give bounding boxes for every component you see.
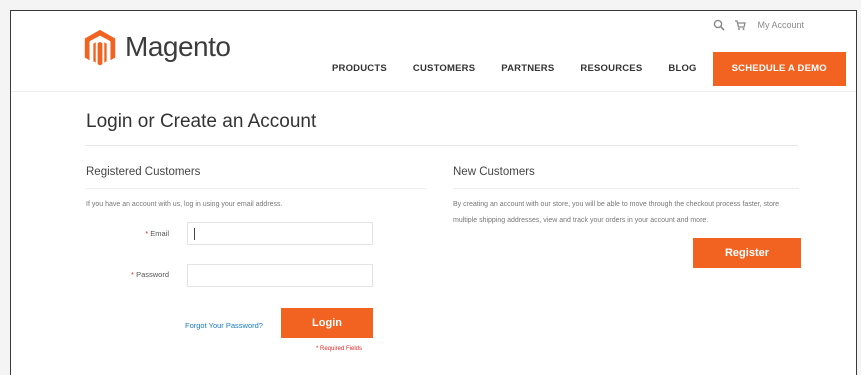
nav-item-resources[interactable]: RESOURCES — [567, 51, 655, 87]
forgot-password-link[interactable]: Forgot Your Password? — [185, 321, 263, 330]
schedule-demo-button[interactable]: SCHEDULE A DEMO — [712, 52, 846, 86]
logo[interactable]: Magento — [81, 28, 231, 66]
browser-frame: Magento My Account PRODUCTS CUSTOMERS PA… — [10, 10, 857, 375]
main-nav: PRODUCTS CUSTOMERS PARTNERS RESOURCES BL… — [319, 51, 846, 87]
required-fields-note: * Required Fields — [316, 346, 363, 352]
utility-bar: My Account — [713, 19, 804, 31]
password-field[interactable] — [187, 264, 373, 287]
nav-item-customers[interactable]: CUSTOMERS — [400, 51, 488, 87]
registered-intro: If you have an account with us, log in u… — [86, 201, 283, 208]
email-field[interactable] — [187, 222, 373, 245]
nav-item-partners[interactable]: PARTNERS — [488, 51, 567, 87]
text-caret — [194, 228, 195, 240]
search-icon[interactable] — [713, 19, 726, 31]
cart-icon[interactable] — [734, 19, 747, 31]
registered-customers-title: Registered Customers — [86, 166, 201, 178]
magento-logo-icon — [84, 29, 116, 66]
header-divider — [11, 91, 856, 92]
email-label: * Email — [145, 229, 169, 238]
registered-divider — [86, 188, 426, 189]
login-button[interactable]: Login — [281, 308, 373, 338]
my-account-link[interactable]: My Account — [757, 20, 804, 30]
nav-item-products[interactable]: PRODUCTS — [319, 51, 400, 87]
register-button[interactable]: Register — [693, 238, 801, 268]
nav-item-blog[interactable]: BLOG — [655, 51, 709, 87]
title-divider — [86, 145, 798, 146]
new-customers-divider — [453, 188, 799, 189]
brand-name: Magento — [125, 31, 231, 62]
password-label: * Password — [131, 270, 169, 279]
page-title: Login or Create an Account — [86, 111, 317, 132]
new-customers-text: By creating an account with our store, y… — [453, 201, 780, 224]
new-customers-title: New Customers — [453, 166, 535, 178]
